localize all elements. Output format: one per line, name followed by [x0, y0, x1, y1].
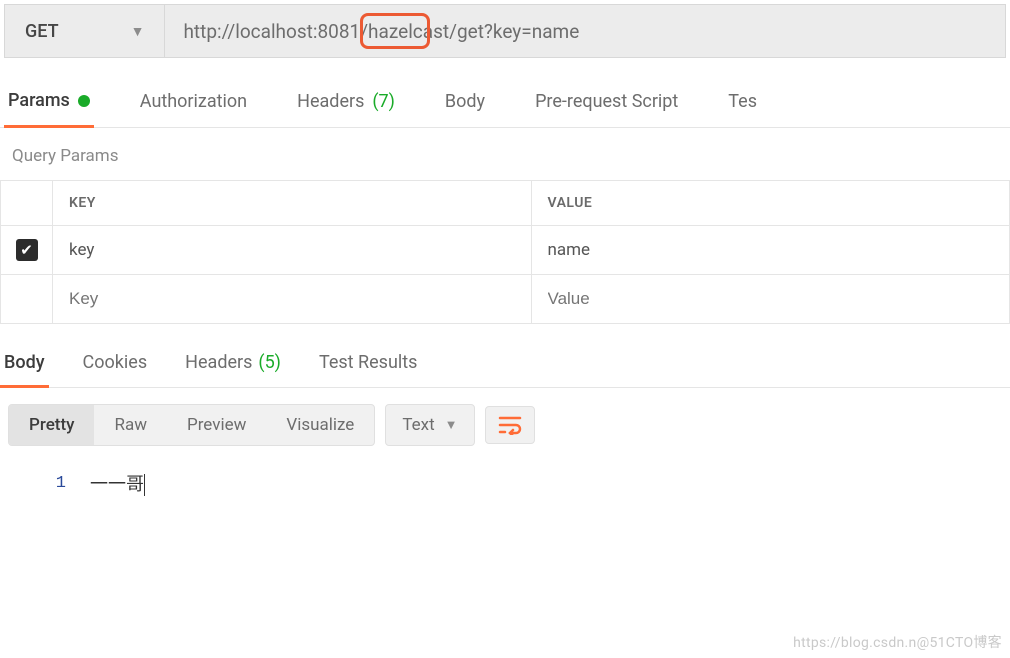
resp-tab-cookies[interactable]: Cookies	[79, 352, 152, 387]
tab-label: Test Results	[319, 352, 417, 375]
tab-prerequest[interactable]: Pre-request Script	[531, 90, 682, 127]
mode-visualize[interactable]: Visualize	[266, 405, 374, 445]
tab-label: Body	[4, 352, 45, 373]
resp-tab-headers[interactable]: Headers (5)	[181, 352, 285, 387]
param-value-text: name	[548, 240, 591, 260]
wrap-lines-button[interactable]	[485, 406, 535, 444]
row-checkbox-empty[interactable]	[1, 275, 53, 324]
tab-headers[interactable]: Headers (7)	[293, 90, 399, 127]
headers-count: (7)	[372, 91, 395, 112]
format-label: Text	[402, 415, 434, 435]
dot-indicator-icon	[78, 95, 90, 107]
url-text: http://localhost:8081/hazelcast/get?key=…	[183, 20, 579, 43]
col-key: KEY	[53, 181, 532, 226]
col-check	[1, 181, 53, 226]
line-number: 1	[0, 474, 90, 493]
mode-raw[interactable]: Raw	[94, 405, 167, 445]
tab-label: Params	[8, 90, 70, 111]
response-body-area: 1 一一哥	[0, 462, 1010, 496]
tab-label: Body	[445, 91, 485, 112]
tab-label: Tes	[728, 91, 757, 112]
resp-headers-count: (5)	[258, 352, 281, 375]
response-toolbar: Pretty Raw Preview Visualize Text ▼	[0, 388, 1010, 462]
tab-label: Headers	[297, 91, 364, 112]
param-value-input[interactable]	[548, 289, 994, 309]
col-value: VALUE	[531, 181, 1010, 226]
row-checkbox[interactable]: ✔	[16, 239, 38, 261]
param-key-cell[interactable]	[53, 275, 532, 324]
query-params-title: Query Params	[0, 128, 1010, 180]
param-value-cell[interactable]: name	[531, 226, 1010, 275]
mode-pretty[interactable]: Pretty	[9, 405, 94, 445]
param-value-cell[interactable]	[531, 275, 1010, 324]
http-method-select[interactable]: GET ▼	[5, 5, 165, 57]
chevron-down-icon: ▼	[131, 23, 145, 40]
tab-label: Authorization	[140, 91, 247, 112]
param-key-cell[interactable]: key	[53, 226, 532, 275]
format-select[interactable]: Text ▼	[385, 404, 474, 446]
url-input[interactable]: http://localhost:8081/hazelcast/get?key=…	[165, 5, 1005, 57]
tab-tests[interactable]: Tes	[724, 90, 761, 127]
text-cursor	[144, 474, 145, 496]
tab-label: Headers	[185, 352, 252, 375]
request-tabs: Params Authorization Headers (7) Body Pr…	[0, 58, 1010, 128]
wrap-lines-icon	[498, 415, 522, 435]
tab-params[interactable]: Params	[4, 90, 94, 128]
resp-tab-body[interactable]: Body	[0, 352, 49, 388]
param-key-input[interactable]	[69, 289, 515, 309]
tab-authorization[interactable]: Authorization	[136, 90, 251, 127]
tab-label: Cookies	[83, 352, 148, 375]
watermark: https://blog.csdn.n@51CTO博客	[793, 632, 1002, 652]
response-text[interactable]: 一一哥	[90, 470, 145, 496]
tab-label: Pre-request Script	[535, 91, 678, 112]
table-row: ✔ key name	[1, 226, 1010, 275]
resp-tab-test-results[interactable]: Test Results	[315, 352, 421, 387]
response-tabs: Body Cookies Headers (5) Test Results	[0, 324, 1010, 388]
code-line: 1 一一哥	[0, 470, 1010, 496]
param-key-text: key	[69, 240, 94, 260]
table-row	[1, 275, 1010, 324]
request-bar: GET ▼ http://localhost:8081/hazelcast/ge…	[4, 4, 1006, 58]
query-params-table: KEY VALUE ✔ key name	[0, 180, 1010, 324]
http-method-label: GET	[25, 21, 59, 42]
mode-preview[interactable]: Preview	[167, 405, 266, 445]
tab-body[interactable]: Body	[441, 90, 489, 127]
view-mode-group: Pretty Raw Preview Visualize	[8, 404, 375, 446]
chevron-down-icon: ▼	[445, 417, 458, 433]
